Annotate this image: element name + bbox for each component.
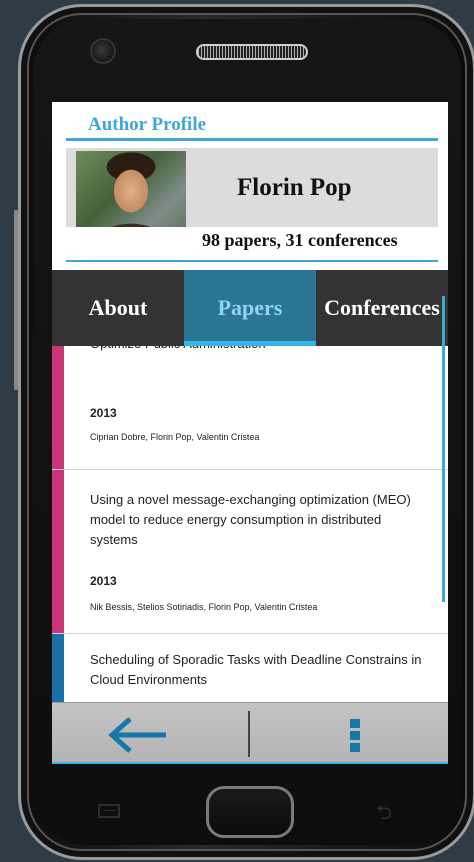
tab-bar: About Papers Conferences [52, 270, 448, 346]
paper-stripe [52, 470, 64, 633]
menu-dot [350, 743, 360, 752]
paper-stripe [52, 634, 64, 702]
menu-dot [350, 719, 360, 728]
paper-title: Optimize Public Administration [90, 346, 430, 354]
side-rail [14, 210, 18, 390]
nav-divider [248, 711, 250, 757]
list-item[interactable]: Scheduling of Sporadic Tasks with Deadli… [52, 634, 448, 702]
paper-title: Scheduling of Sporadic Tasks with Deadli… [90, 652, 422, 687]
paper-authors: Ciprian Dobre, Florin Pop, Valentin Cris… [90, 432, 260, 442]
app-screen: Author Profile Florin Pop 98 papers, 31 … [52, 102, 448, 764]
back-button[interactable] [106, 713, 170, 757]
stats-underline [66, 260, 438, 262]
profile-header: Author Profile Florin Pop 98 papers, 31 … [52, 102, 448, 262]
tab-about[interactable]: About [52, 270, 184, 346]
paper-year: 2013 [90, 406, 117, 420]
tab-papers[interactable]: Papers [184, 270, 316, 346]
overflow-menu-button[interactable] [346, 715, 366, 755]
arrow-left-icon [108, 717, 166, 753]
hardware-menu-key[interactable] [98, 804, 120, 818]
hardware-back-key[interactable]: ⮌ [376, 798, 392, 832]
list-item[interactable]: Optimize Public Administration 2013 Cipr… [52, 346, 448, 470]
paper-title: Using a novel message-exchanging optimiz… [90, 492, 411, 547]
menu-dot [350, 731, 360, 740]
hardware-home-button[interactable] [206, 786, 294, 838]
section-title: Author Profile [88, 114, 207, 135]
bottom-nav-bar [52, 702, 448, 764]
list-item[interactable]: Using a novel message-exchanging optimiz… [52, 470, 448, 634]
author-stats: 98 papers, 31 conferences [202, 230, 398, 250]
front-camera [90, 38, 116, 64]
paper-stripe [52, 346, 64, 469]
author-name: Florin Pop [237, 174, 352, 201]
title-underline [66, 138, 438, 141]
scrollbar[interactable] [442, 296, 445, 602]
tab-conferences[interactable]: Conferences [316, 270, 448, 346]
bottom-accent-line [52, 762, 448, 764]
papers-list[interactable]: Optimize Public Administration 2013 Cipr… [52, 346, 448, 702]
paper-year: 2013 [90, 574, 117, 588]
earpiece-speaker [196, 44, 308, 60]
paper-authors: Nik Bessis, Stelios Sotiriadis, Florin P… [90, 602, 318, 612]
